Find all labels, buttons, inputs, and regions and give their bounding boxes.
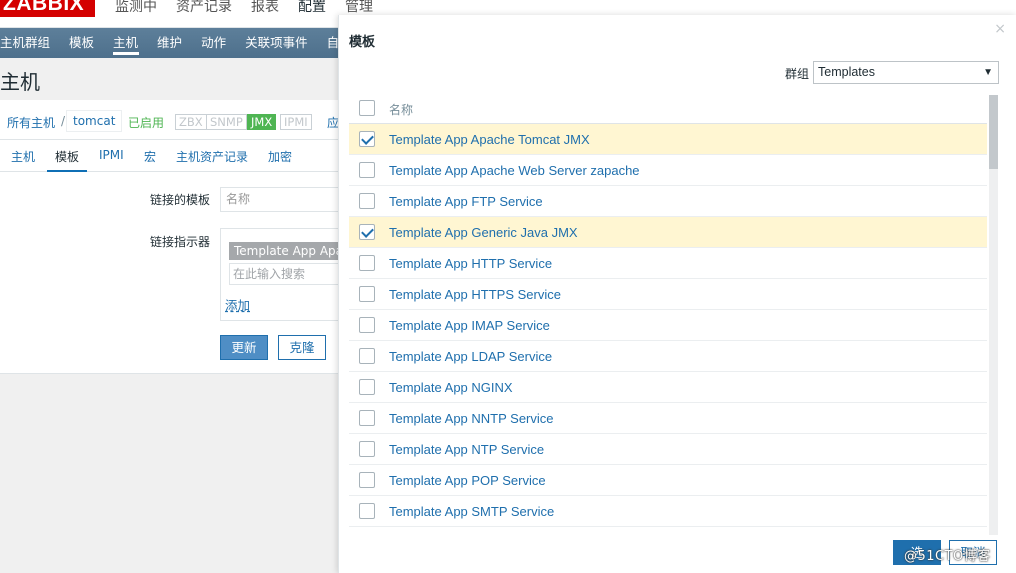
breadcrumb: 所有主机 / tomcat 已启用 ZBX SNMP JMX IPMI 应 <box>0 100 340 140</box>
menu-reports[interactable]: 报表 <box>251 0 279 17</box>
menu-configuration[interactable]: 配置 <box>298 0 326 17</box>
template-row[interactable]: Template App NGINX <box>349 372 987 403</box>
template-row[interactable]: Template App HTTPS Service <box>349 279 987 310</box>
template-row[interactable]: Template App FTP Service <box>349 186 987 217</box>
badge-zbx: ZBX <box>175 114 207 130</box>
host-tabs: 主机 模板 IPMI 宏 主机资产记录 加密 <box>0 140 340 173</box>
template-row[interactable]: Template App POP Service <box>349 465 987 496</box>
template-name-link[interactable]: Template App Apache Tomcat JMX <box>389 132 590 147</box>
select-all-checkbox[interactable] <box>359 100 375 116</box>
badge-snmp: SNMP <box>206 114 247 130</box>
template-name-link[interactable]: Template App NNTP Service <box>389 411 554 426</box>
template-picker-modal: 模板 × 群组 Templates ▼ 名称 Template App Apac… <box>338 15 1016 573</box>
template-name-link[interactable]: Template App SMTP Service <box>389 504 554 519</box>
name-input[interactable]: 名称 <box>220 187 340 212</box>
template-name-link[interactable]: Template App Apache Web Server zapache <box>389 163 640 178</box>
template-name-link[interactable]: Template App NGINX <box>389 380 513 395</box>
tab-encryption[interactable]: 加密 <box>268 148 292 165</box>
submenu-host-groups[interactable]: 主机群组 <box>0 28 60 58</box>
watermark: @51CTO博客 <box>904 549 991 564</box>
template-checkbox[interactable] <box>359 472 375 488</box>
list-header: 名称 <box>349 93 987 124</box>
badge-ipmi: IPMI <box>280 114 312 130</box>
zabbix-logo[interactable]: ZABBIX <box>0 0 95 17</box>
template-name-link[interactable]: Template App Generic Java JMX <box>389 225 578 240</box>
group-label: 群组 <box>785 67 810 81</box>
breadcrumb-host[interactable]: tomcat <box>66 110 123 132</box>
template-list: Template App Apache Tomcat JMX Template A… <box>349 124 987 527</box>
page-title: 主机 <box>0 70 40 94</box>
template-row[interactable]: Template App Generic Java JMX <box>349 217 987 248</box>
submenu-correlation[interactable]: 关联项事件 <box>245 28 318 58</box>
tab-host[interactable]: 主机 <box>11 148 35 165</box>
template-name-link[interactable]: Template App FTP Service <box>389 194 543 209</box>
close-icon[interactable]: × <box>994 21 1006 37</box>
template-checkbox[interactable] <box>359 131 375 147</box>
template-checkbox[interactable] <box>359 162 375 178</box>
submenu-templates[interactable]: 模板 <box>69 28 104 58</box>
template-checkbox[interactable] <box>359 193 375 209</box>
tab-macros[interactable]: 宏 <box>144 148 156 165</box>
link-indicator-label: 链接指示器 <box>150 235 211 249</box>
template-checkbox[interactable] <box>359 255 375 271</box>
submenu-maintenance[interactable]: 维护 <box>157 28 192 58</box>
template-checkbox[interactable] <box>359 441 375 457</box>
tab-templates[interactable]: 模板 <box>46 148 88 173</box>
breadcrumb-separator: / <box>61 114 66 128</box>
badge-jmx: JMX <box>247 114 277 130</box>
template-name-link[interactable]: Template App LDAP Service <box>389 349 552 364</box>
tab-ipmi[interactable]: IPMI <box>99 148 124 162</box>
tab-inventory[interactable]: 主机资产记录 <box>176 148 248 165</box>
submenu-hosts[interactable]: 主机 <box>113 28 148 58</box>
group-select-value: Templates <box>818 65 875 79</box>
template-name-link[interactable]: Template App HTTP Service <box>389 256 552 271</box>
template-row[interactable]: Template App Apache Web Server zapache <box>349 155 987 186</box>
clone-button[interactable]: 克隆 <box>278 335 326 360</box>
scrollbar-thumb[interactable] <box>989 95 998 169</box>
column-header-name[interactable]: 名称 <box>389 101 413 118</box>
template-form: 链接的模板 名称 链接指示器 Template App Apache Tomca… <box>0 172 341 374</box>
template-row[interactable]: Template App Apache Tomcat JMX <box>349 124 987 155</box>
submenu-actions[interactable]: 动作 <box>201 28 236 58</box>
dropdown-arrow-icon: ▼ <box>983 67 993 78</box>
update-button[interactable]: 更新 <box>220 335 268 360</box>
template-checkbox[interactable] <box>359 503 375 519</box>
linked-templates-label: 链接的模板 <box>150 193 211 207</box>
host-status[interactable]: 已启用 <box>128 114 164 131</box>
template-checkbox[interactable] <box>359 410 375 426</box>
template-row[interactable]: Template App NTP Service <box>349 434 987 465</box>
template-checkbox[interactable] <box>359 348 375 364</box>
template-checkbox[interactable] <box>359 379 375 395</box>
scrollbar[interactable] <box>989 95 998 535</box>
template-row[interactable]: Template App SMTP Service <box>349 496 987 527</box>
linked-template-chip[interactable]: Template App Apache Tomcat JMX <box>229 242 341 260</box>
group-select[interactable]: Templates ▼ <box>813 61 999 84</box>
template-name-link[interactable]: Template App POP Service <box>389 473 546 488</box>
template-checkbox[interactable] <box>359 224 375 240</box>
modal-title: 模板 <box>349 35 376 50</box>
menu-inventory[interactable]: 资产记录 <box>176 0 232 17</box>
template-row[interactable]: Template App IMAP Service <box>349 310 987 341</box>
template-row[interactable]: Template App LDAP Service <box>349 341 987 372</box>
add-link[interactable]: 添加 <box>225 295 250 314</box>
template-checkbox[interactable] <box>359 317 375 333</box>
menu-monitoring[interactable]: 监测中 <box>115 0 157 17</box>
template-row[interactable]: Template App NNTP Service <box>349 403 987 434</box>
template-name-link[interactable]: Template App HTTPS Service <box>389 287 561 302</box>
template-row[interactable]: Template App HTTP Service <box>349 248 987 279</box>
template-name-link[interactable]: Template App NTP Service <box>389 442 544 457</box>
template-search-input[interactable]: 在此输入搜索 <box>229 263 341 285</box>
template-checkbox[interactable] <box>359 286 375 302</box>
template-name-link[interactable]: Template App IMAP Service <box>389 318 550 333</box>
breadcrumb-all-hosts[interactable]: 所有主机 <box>7 114 55 131</box>
